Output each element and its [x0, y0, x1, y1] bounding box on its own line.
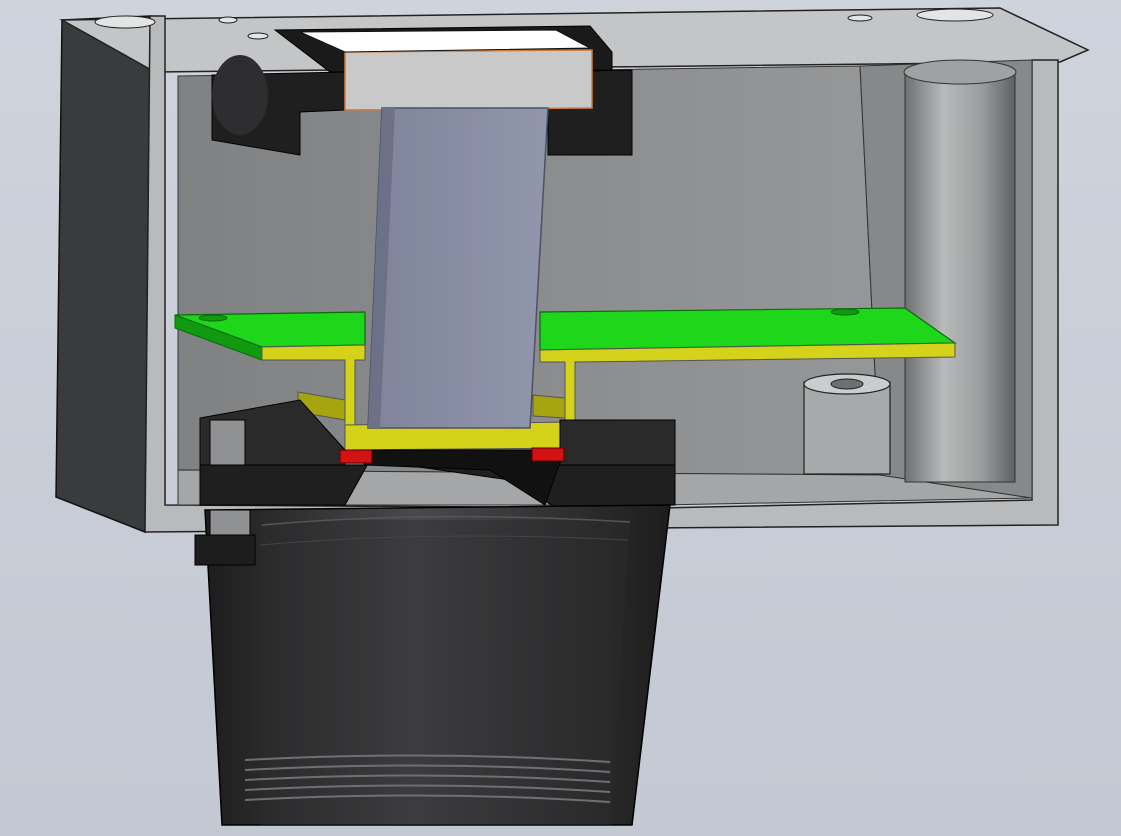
- cad-model-section-view: [0, 0, 1121, 836]
- cylinder-boss-right: [903, 59, 1017, 483]
- seal-right: [531, 447, 565, 462]
- light-guide: [367, 107, 549, 429]
- standoff-post: [803, 373, 891, 475]
- enclosure-left-side: [55, 15, 151, 534]
- lens-tab-left: [194, 534, 256, 566]
- seal-left: [339, 449, 373, 464]
- screw-hole-small-3: [247, 32, 269, 40]
- screw-hole-small-1: [218, 16, 238, 24]
- pcb-hole-right: [830, 308, 860, 316]
- mounting-hole-top-right: [916, 8, 994, 22]
- pcb-hole-left: [198, 314, 228, 322]
- mounting-hole-top-left: [94, 15, 156, 29]
- cad-viewport[interactable]: [0, 0, 1121, 836]
- screw-hole-small-2: [847, 14, 873, 22]
